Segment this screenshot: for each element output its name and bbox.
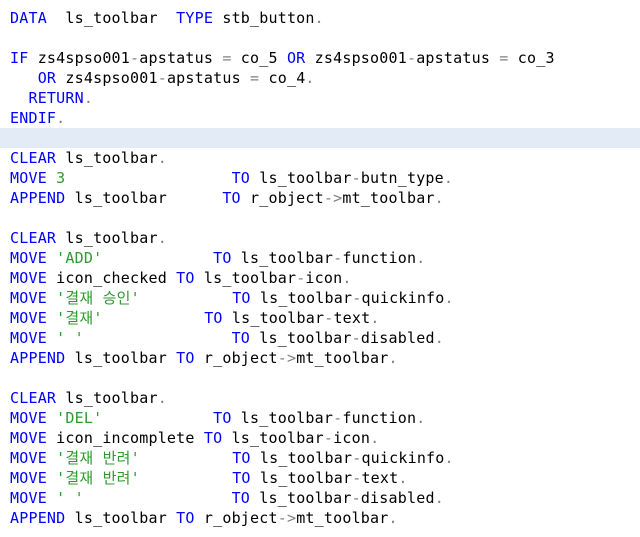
code-line[interactable]: MOVE 3 TO ls_toolbar-butn_type. xyxy=(10,168,453,188)
code-line[interactable]: MOVE ' ' TO ls_toolbar-disabled. xyxy=(10,488,444,508)
code-editor[interactable]: DATA ls_toolbar TYPE stb_button. IF zs4sp… xyxy=(0,0,640,537)
code-line[interactable]: IF zs4spso001-apstatus = co_5 OR zs4spso… xyxy=(10,48,555,68)
code-line[interactable]: MOVE 'ADD' TO ls_toolbar-function. xyxy=(10,248,425,268)
code-line[interactable]: APPEND ls_toolbar TO r_object->mt_toolba… xyxy=(10,508,398,528)
code-line[interactable]: APPEND ls_toolbar TO r_object->mt_toolba… xyxy=(10,188,444,208)
code-line[interactable]: RETURN. xyxy=(10,88,93,108)
code-line[interactable]: MOVE '결재 반려' TO ls_toolbar-quickinfo. xyxy=(10,448,454,468)
code-line[interactable]: OR zs4spso001-apstatus = co_4. xyxy=(10,68,315,88)
code-line[interactable]: MOVE icon_incomplete TO ls_toolbar-icon. xyxy=(10,428,379,448)
code-line[interactable]: ENDIF. xyxy=(10,108,65,128)
code-line[interactable]: MOVE '결재 승인' TO ls_toolbar-quickinfo. xyxy=(10,288,454,308)
code-line[interactable]: DATA ls_toolbar TYPE stb_button. xyxy=(10,8,324,28)
code-line[interactable]: CLEAR ls_toolbar. xyxy=(10,388,167,408)
code-line[interactable]: MOVE '결재' TO ls_toolbar-text. xyxy=(10,308,380,328)
code-line[interactable]: MOVE '결재 반려' TO ls_toolbar-text. xyxy=(10,468,408,488)
code-line[interactable]: APPEND ls_toolbar TO r_object->mt_toolba… xyxy=(10,348,398,368)
code-line[interactable]: MOVE 'DEL' TO ls_toolbar-function. xyxy=(10,408,425,428)
code-line[interactable]: MOVE ' ' TO ls_toolbar-disabled. xyxy=(10,328,444,348)
code-line[interactable]: CLEAR ls_toolbar. xyxy=(10,228,167,248)
current-line-highlight xyxy=(0,128,640,148)
code-line[interactable]: CLEAR ls_toolbar. xyxy=(10,148,167,168)
code-line[interactable]: MOVE icon_checked TO ls_toolbar-icon. xyxy=(10,268,352,288)
